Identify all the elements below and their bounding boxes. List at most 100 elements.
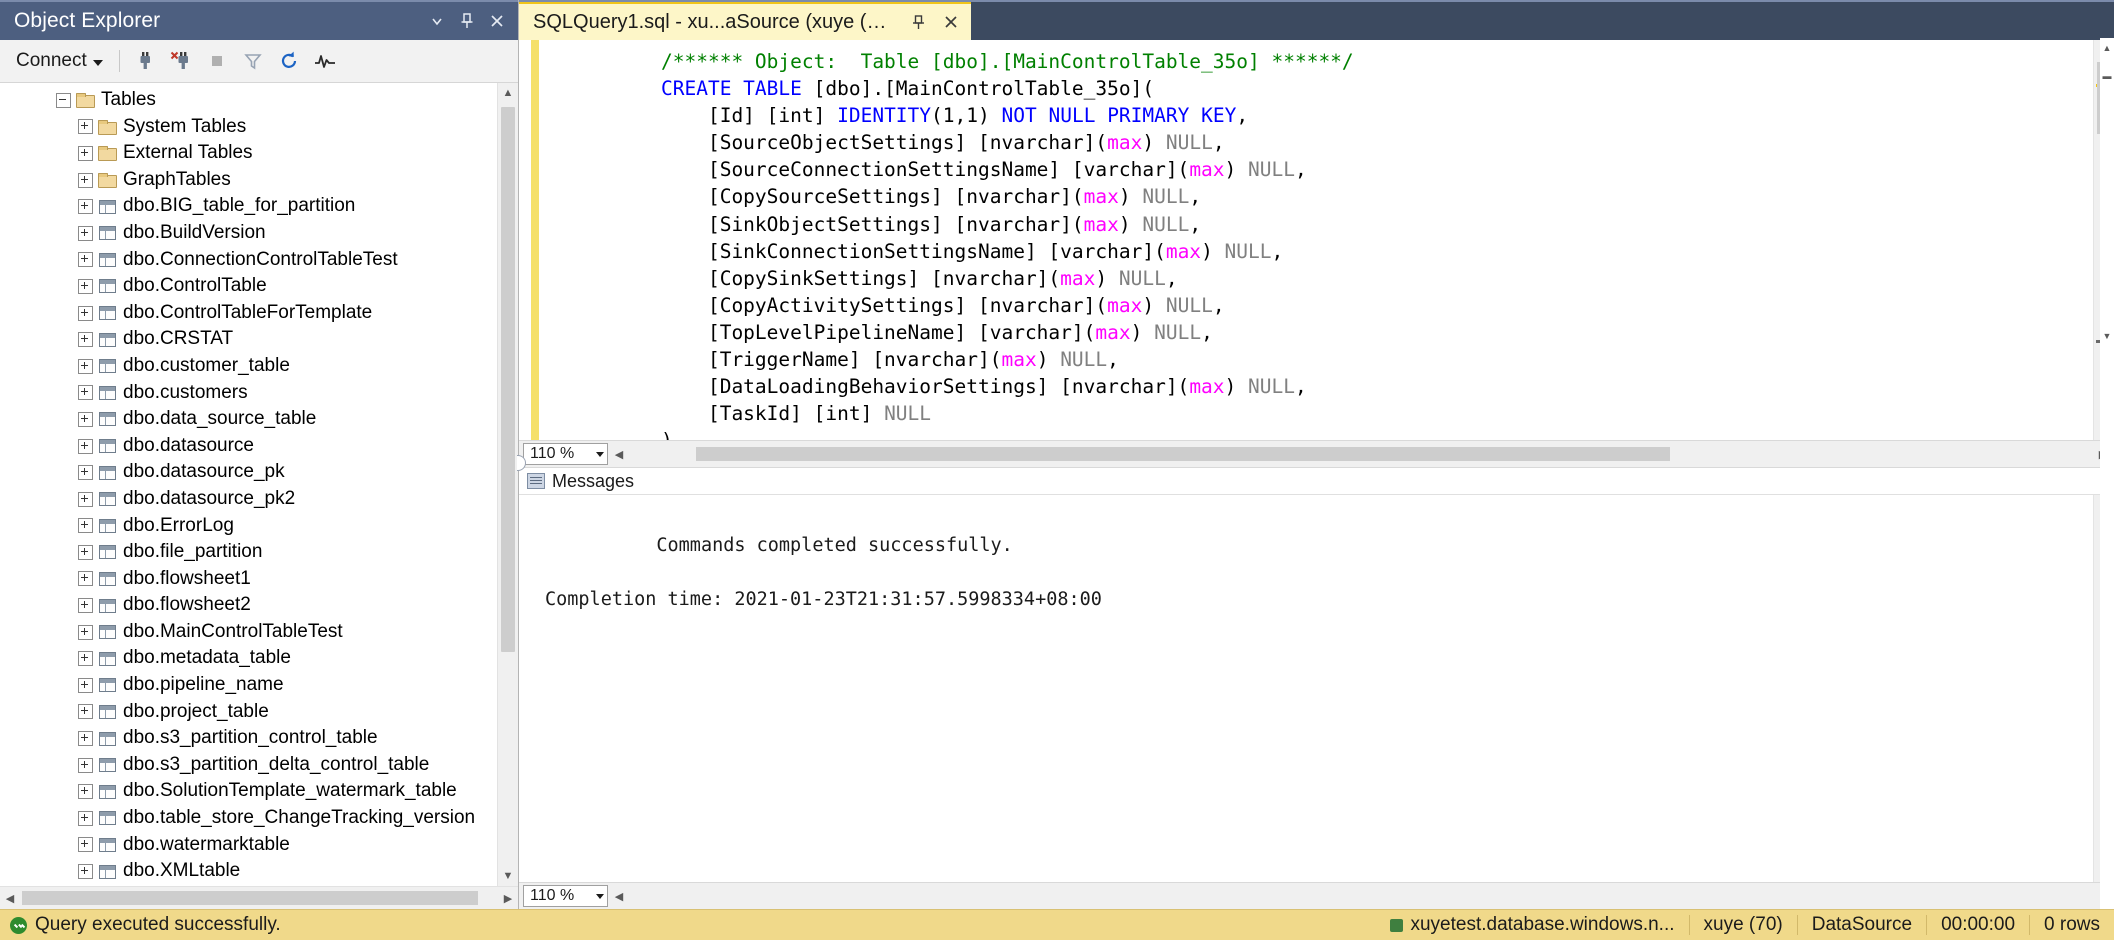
status-server: xuyetest.database.windows.n... [1376, 914, 1688, 936]
status-user: xuye (70) [1690, 914, 1797, 936]
expand-toggle-icon[interactable] [76, 730, 94, 748]
tree-item[interactable]: dbo.CRSTAT [0, 326, 497, 353]
expand-toggle-icon[interactable] [76, 650, 94, 668]
tree-item[interactable]: dbo.ControlTableForTemplate [0, 300, 497, 327]
editor-scroll-left-arrow-icon[interactable]: ◀ [610, 448, 628, 461]
expand-toggle-icon[interactable] [76, 490, 94, 508]
expand-toggle-icon[interactable] [76, 756, 94, 774]
scrollbar-thumb[interactable] [501, 107, 515, 652]
messages-output-pane[interactable]: Commands completed successfully. Complet… [519, 495, 2114, 882]
close-panel-icon[interactable] [482, 6, 512, 36]
tab-pin-icon[interactable] [907, 10, 930, 34]
expand-toggle-icon[interactable] [76, 464, 94, 482]
expand-toggle-icon[interactable] [76, 809, 94, 827]
tree-item[interactable]: dbo.datasource_pk [0, 459, 497, 486]
expand-toggle-icon[interactable] [76, 198, 94, 216]
expand-toggle-icon[interactable] [76, 144, 94, 162]
tree-item[interactable]: Tables [0, 87, 497, 114]
expand-toggle-icon[interactable] [76, 623, 94, 641]
tree-item[interactable]: System Tables [0, 114, 497, 141]
tree-item[interactable]: dbo.MainControlTableTest [0, 619, 497, 646]
horizontal-scrollbar-thumb[interactable] [22, 891, 478, 905]
filter-icon[interactable] [236, 45, 270, 77]
disconnect-object-explorer-icon[interactable] [164, 45, 198, 77]
connect-button[interactable]: Connect [10, 46, 111, 76]
tree-item[interactable]: dbo.BIG_table_for_partition [0, 193, 497, 220]
object-explorer-tree[interactable]: TablesSystem TablesExternal TablesGraphT… [0, 83, 497, 886]
tree-item[interactable]: dbo.SolutionTemplate_watermark_table [0, 778, 497, 805]
expand-toggle-icon[interactable] [76, 331, 94, 349]
tree-item[interactable]: dbo.ControlTable [0, 273, 497, 300]
expand-toggle-icon[interactable] [76, 304, 94, 322]
object-explorer-horizontal-scrollbar[interactable]: ◀ ▶ [0, 886, 518, 909]
expand-toggle-icon[interactable] [76, 836, 94, 854]
expand-toggle-icon[interactable] [76, 676, 94, 694]
scroll-left-arrow-icon[interactable]: ◀ [0, 887, 20, 909]
window-menu-dropdown-icon[interactable] [422, 6, 452, 36]
table-icon [96, 306, 118, 320]
splitter-down-icon[interactable]: ▼ [2101, 330, 2113, 342]
expand-toggle-icon[interactable] [76, 597, 94, 615]
tree-item[interactable]: dbo.ConnectionControlTableTest [0, 247, 497, 274]
expand-toggle-icon[interactable] [76, 703, 94, 721]
tree-item[interactable]: dbo.datasource [0, 433, 497, 460]
scroll-down-arrow-icon[interactable]: ▼ [498, 866, 518, 886]
tree-item[interactable]: dbo.flowsheet2 [0, 592, 497, 619]
scroll-right-arrow-icon[interactable]: ▶ [498, 887, 518, 909]
messages-scroll-left-arrow-icon[interactable]: ◀ [610, 890, 628, 903]
expand-toggle-icon[interactable] [76, 543, 94, 561]
table-icon [96, 705, 118, 719]
expand-toggle-icon[interactable] [76, 357, 94, 375]
tab-sqlquery1[interactable]: SQLQuery1.sql - xu...aSource (xuye (70))… [519, 2, 971, 40]
expand-toggle-icon[interactable] [76, 437, 94, 455]
tree-item[interactable]: dbo.flowsheet1 [0, 566, 497, 593]
collapse-toggle-icon[interactable] [54, 91, 72, 109]
expand-toggle-icon[interactable] [76, 171, 94, 189]
editor-zoom-select[interactable]: 110 % [523, 443, 608, 465]
activity-monitor-icon[interactable] [308, 45, 342, 77]
tree-item[interactable]: dbo.file_partition [0, 539, 497, 566]
connect-object-explorer-icon[interactable] [128, 45, 162, 77]
tree-item[interactable]: dbo.XMLtable [0, 858, 497, 885]
editor-horizontal-scrollbar-thumb[interactable] [696, 447, 1670, 461]
tree-item[interactable]: dbo.customers [0, 380, 497, 407]
messages-zoom-select[interactable]: 110 % [523, 885, 608, 907]
splitter-up-icon[interactable]: ▲ [2101, 42, 2113, 54]
sql-code-text[interactable]: /****** Object: Table [dbo].[MainControl… [553, 40, 2114, 440]
editor-horizontal-scroll-track[interactable] [630, 446, 2090, 462]
tree-item[interactable]: dbo.datasource_pk2 [0, 486, 497, 513]
tree-item[interactable]: dbo.data_source_table [0, 406, 497, 433]
expand-toggle-icon[interactable] [76, 863, 94, 881]
tree-item[interactable]: GraphTables [0, 167, 497, 194]
expand-toggle-icon[interactable] [76, 570, 94, 588]
expand-toggle-icon[interactable] [76, 118, 94, 136]
status-server-text: xuyetest.database.windows.n... [1410, 914, 1674, 936]
tree-item[interactable]: External Tables [0, 140, 497, 167]
expand-toggle-icon[interactable] [76, 410, 94, 428]
expand-toggle-icon[interactable] [76, 384, 94, 402]
expand-toggle-icon[interactable] [76, 783, 94, 801]
tree-item[interactable]: dbo.project_table [0, 699, 497, 726]
scroll-up-arrow-icon[interactable]: ▲ [498, 83, 518, 103]
expand-toggle-icon[interactable] [76, 251, 94, 269]
table-icon [96, 359, 118, 373]
tree-item[interactable]: dbo.s3_partition_delta_control_table [0, 752, 497, 779]
tree-item[interactable]: dbo.table_store_ChangeTracking_version [0, 805, 497, 832]
tree-item[interactable]: dbo.customer_table [0, 353, 497, 380]
messages-tab-header[interactable]: Messages [519, 468, 2114, 495]
tab-close-icon[interactable] [940, 10, 963, 34]
sql-editor-pane[interactable]: /****** Object: Table [dbo].[MainControl… [519, 40, 2114, 440]
tree-item[interactable]: dbo.watermarktable [0, 832, 497, 859]
expand-toggle-icon[interactable] [76, 277, 94, 295]
tree-item[interactable]: dbo.BuildVersion [0, 220, 497, 247]
auto-hide-pin-icon[interactable] [452, 6, 482, 36]
expand-toggle-icon[interactable] [76, 517, 94, 535]
tree-item[interactable]: dbo.metadata_table [0, 645, 497, 672]
expand-toggle-icon[interactable] [76, 224, 94, 242]
tree-item[interactable]: dbo.s3_partition_control_table [0, 725, 497, 752]
object-explorer-vertical-scrollbar[interactable]: ▲ ▼ [497, 83, 518, 886]
tree-item[interactable]: dbo.ErrorLog [0, 513, 497, 540]
tree-item[interactable]: dbo.pipeline_name [0, 672, 497, 699]
refresh-icon[interactable] [272, 45, 306, 77]
table-icon [96, 226, 118, 240]
